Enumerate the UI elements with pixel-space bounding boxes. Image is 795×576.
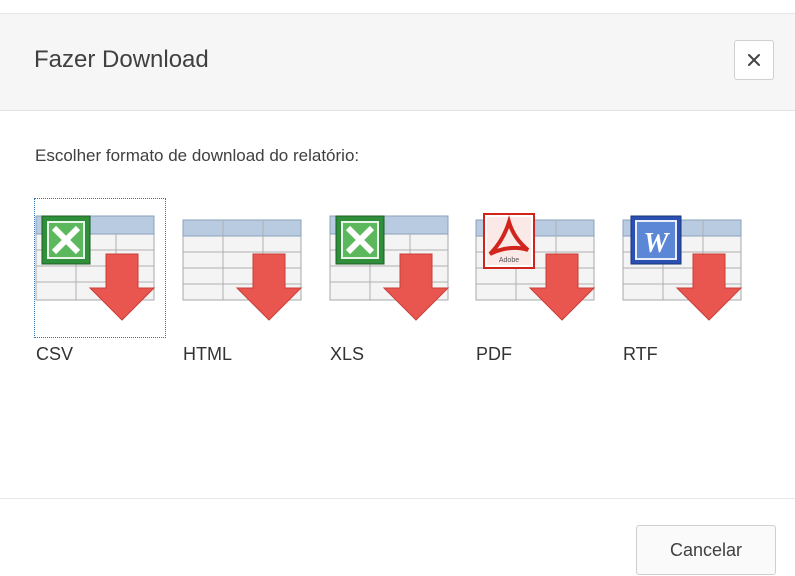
format-label-pdf: PDF <box>476 344 512 364</box>
format-label-html: HTML <box>183 344 232 364</box>
excel-badge <box>41 215 91 265</box>
word-w-glyph: W <box>644 228 671 259</box>
format-option-html[interactable]: HTML <box>181 198 321 373</box>
csv-icon <box>35 215 156 321</box>
format-label-rtf: RTF <box>623 344 658 364</box>
xls-icon <box>329 215 450 321</box>
html-icon <box>182 219 303 321</box>
adobe-label: Adobe <box>499 257 519 264</box>
format-label-csv: CSV <box>36 344 74 364</box>
format-option-pdf[interactable]: Adobe PDF <box>474 198 614 373</box>
rtf-icon: W <box>622 215 743 321</box>
excel-badge <box>335 215 385 265</box>
format-instruction: Escolher formato de download do relatóri… <box>35 146 360 165</box>
adobe-pdf-badge: Adobe <box>483 213 535 269</box>
close-icon <box>748 54 760 66</box>
download-dialog: Fazer Download Escolher formato de downl… <box>0 0 795 576</box>
cancel-button[interactable]: Cancelar <box>636 525 776 575</box>
pdf-icon: Adobe <box>475 213 596 321</box>
format-option-rtf[interactable]: W RTF <box>621 198 761 373</box>
dialog-title: Fazer Download <box>34 46 209 73</box>
word-badge: W <box>630 215 682 265</box>
format-option-csv[interactable]: CSV <box>34 198 174 373</box>
close-button[interactable] <box>734 40 774 80</box>
format-label-xls: XLS <box>330 344 365 364</box>
format-option-xls[interactable]: XLS <box>328 198 468 373</box>
footer-divider <box>0 498 795 499</box>
